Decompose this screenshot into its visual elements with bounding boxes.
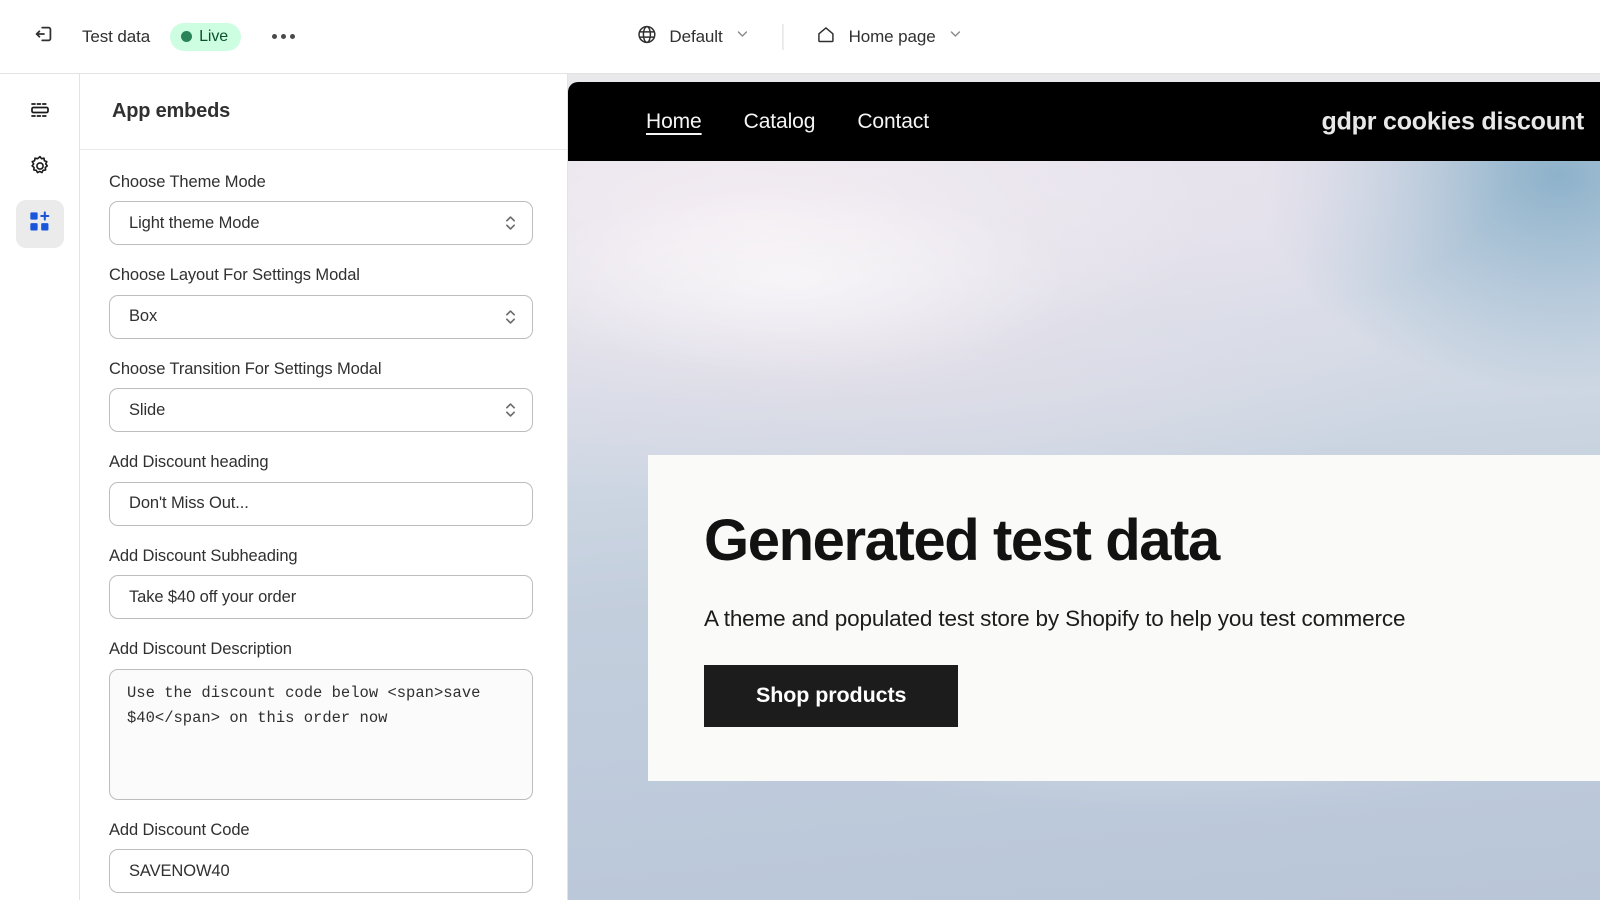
top-bar: Test data Live Default Home page	[0, 0, 1600, 74]
chevron-updown-icon	[502, 306, 518, 328]
chevron-down-icon	[735, 26, 751, 47]
more-actions-button[interactable]	[263, 17, 303, 57]
exit-icon	[33, 23, 55, 50]
status-dot-icon	[181, 31, 193, 42]
store-preview: Home Catalog Contact gdpr cookies discou…	[568, 74, 1600, 900]
layout-select[interactable]: Box	[109, 294, 533, 339]
field-label: Add Discount Description	[109, 640, 292, 659]
discount-description-textarea[interactable]: Use the discount code below <span>save $…	[109, 668, 533, 800]
nav-link-contact[interactable]: Contact	[857, 110, 929, 134]
select-value: Slide	[129, 400, 166, 419]
input-value: Take $40 off your order	[129, 587, 297, 606]
chevron-down-icon	[948, 26, 964, 47]
toolbar-divider	[782, 23, 784, 50]
setting-field: Add Discount Subheading Take $40 off you…	[109, 546, 537, 620]
setting-field: Add Discount heading Don't Miss Out...	[109, 452, 537, 526]
settings-form: Choose Theme Mode Light theme Mode Choos…	[80, 150, 567, 894]
editor-icon-rail	[0, 74, 80, 900]
ellipsis-icon	[289, 34, 295, 39]
discount-heading-input[interactable]: Don't Miss Out...	[109, 481, 533, 526]
page-selector[interactable]: Home page	[806, 17, 974, 57]
top-bar-center: Default Home page	[626, 17, 973, 57]
status-badge-label: Live	[199, 27, 229, 45]
field-label: Choose Layout For Settings Modal	[109, 266, 360, 285]
locale-selector[interactable]: Default	[626, 17, 760, 57]
field-label: Add Discount Subheading	[109, 546, 298, 565]
panel-title: App embeds	[112, 100, 231, 122]
app-embeds-icon	[27, 209, 52, 239]
nav-link-catalog[interactable]: Catalog	[744, 110, 816, 134]
discount-code-input[interactable]: SAVENOW40	[109, 849, 533, 894]
status-badge: Live	[170, 22, 242, 51]
nav-link-home[interactable]: Home	[646, 110, 702, 134]
field-label: Choose Theme Mode	[109, 173, 266, 191]
shop-products-button[interactable]: Shop products	[704, 664, 959, 727]
top-bar-left: Test data Live	[0, 17, 303, 57]
ellipsis-icon	[280, 34, 286, 39]
setting-field: Add Discount Code SAVENOW40	[109, 820, 537, 894]
gear-icon	[28, 154, 52, 183]
sidebar-item-app-embeds[interactable]	[15, 200, 64, 248]
chevron-updown-icon	[502, 212, 518, 234]
hero-card: Generated test data A theme and populate…	[648, 455, 1600, 781]
select-value: Box	[129, 307, 158, 326]
globe-icon	[636, 24, 657, 50]
exit-editor-button[interactable]	[24, 17, 64, 57]
app-embeds-panel: App embeds Choose Theme Mode Light theme…	[80, 74, 568, 900]
hero-subtitle: A theme and populated test store by Shop…	[704, 605, 1406, 631]
setting-field: Choose Layout For Settings Modal Box	[109, 265, 537, 339]
select-value: Light theme Mode	[129, 213, 260, 232]
sidebar-item-sections[interactable]	[16, 88, 64, 136]
chevron-updown-icon	[502, 399, 518, 421]
hero-title: Generated test data	[704, 508, 1220, 573]
sections-icon	[28, 98, 52, 127]
field-label: Add Discount Code	[109, 820, 250, 839]
discount-subheading-input[interactable]: Take $40 off your order	[109, 575, 533, 620]
ellipsis-icon	[271, 34, 277, 39]
store-nav-bar: Home Catalog Contact gdpr cookies discou…	[568, 82, 1600, 161]
sidebar-item-theme-settings[interactable]	[16, 144, 64, 192]
input-value: SAVENOW40	[129, 861, 230, 880]
setting-field: Choose Theme Mode Light theme Mode	[109, 172, 537, 246]
transition-select[interactable]: Slide	[109, 388, 533, 433]
setting-field: Choose Transition For Settings Modal Sli…	[109, 359, 537, 433]
page-selector-label: Home page	[848, 26, 936, 46]
field-label: Choose Transition For Settings Modal	[109, 359, 382, 378]
hero-section: Generated test data A theme and populate…	[568, 161, 1600, 900]
theme-mode-select[interactable]: Light theme Mode	[109, 201, 533, 246]
setting-field: Add Discount Description Use the discoun…	[109, 639, 537, 800]
home-icon	[816, 24, 837, 50]
theme-name: Test data	[82, 26, 151, 46]
locale-selector-label: Default	[669, 26, 723, 46]
field-label: Add Discount heading	[109, 453, 269, 472]
store-nav-links: Home Catalog Contact	[646, 110, 929, 134]
input-value: Don't Miss Out...	[129, 494, 249, 513]
store-logo[interactable]: gdpr cookies discount	[1322, 107, 1585, 136]
